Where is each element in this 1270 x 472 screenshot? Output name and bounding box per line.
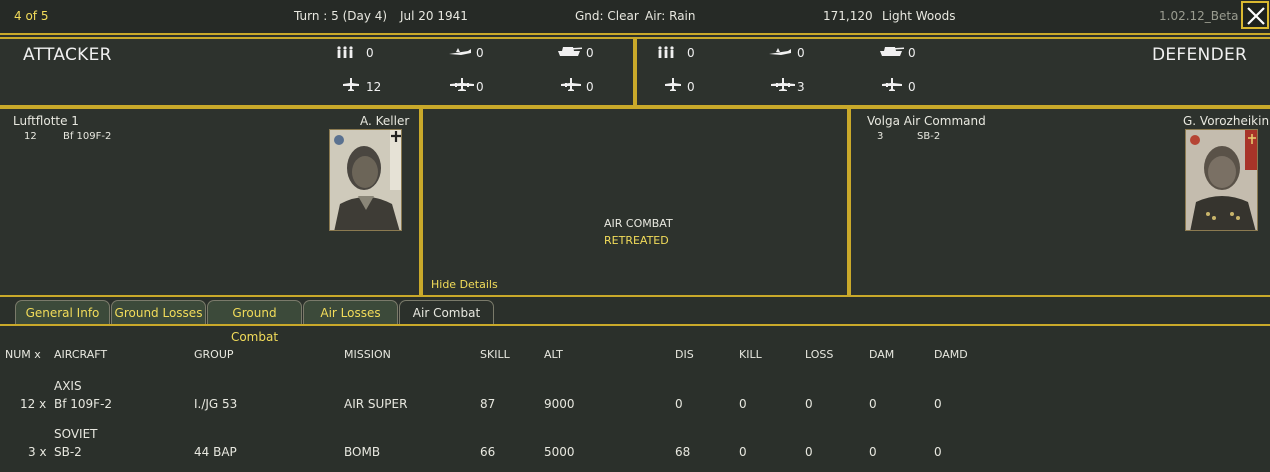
row-loss: 0: [805, 397, 813, 411]
attacker-fighter-count: 12: [366, 80, 382, 94]
row-mission: AIR SUPER: [344, 397, 408, 411]
row-side: AXIS: [54, 379, 82, 393]
fighter-icon: [343, 78, 359, 91]
header-dis: DIS: [675, 348, 694, 361]
row-kill: 0: [739, 397, 747, 411]
infantry-icon: [337, 46, 353, 58]
hide-details-link[interactable]: Hide Details: [431, 278, 498, 291]
header-dam: DAM: [869, 348, 895, 361]
defender-tank-count: 0: [908, 46, 916, 60]
defender-infantry-count: 0: [687, 46, 695, 60]
battle-counter: 4 of 5: [14, 9, 49, 23]
fighter-side-icon: [449, 48, 471, 55]
fighter-icon: [665, 78, 681, 91]
defender-commander-name: G. Vorozheikin: [1183, 114, 1270, 128]
top-bar: 4 of 5 Turn : 5 (Day 4) Jul 20 1941 Gnd:…: [0, 0, 1270, 33]
header-aircraft: AIRCRAFT: [54, 348, 108, 361]
attacker-hq-name: Luftflotte 1: [13, 114, 79, 128]
defender-commander-portrait[interactable]: [1185, 129, 1258, 231]
attacker-commander-name: A. Keller: [360, 114, 410, 128]
row-damd: 0: [934, 397, 942, 411]
terrain-label: Light Woods: [882, 9, 956, 23]
tank-icon: [558, 47, 582, 56]
row-dis: 0: [675, 397, 683, 411]
fighter-side-icon: [769, 48, 791, 55]
header-damd: DAMD: [934, 348, 968, 361]
row-num: 3 x: [28, 445, 47, 459]
row-aircraft: SB-2: [54, 445, 82, 459]
tab-air-losses[interactable]: Air Losses: [303, 300, 398, 324]
tank-icon: [880, 47, 904, 56]
combat-status: RETREATED: [604, 234, 669, 247]
ground-weather: Gnd: Clear: [575, 9, 639, 23]
row-mission: BOMB: [344, 445, 381, 459]
tab-general-info[interactable]: General Info: [15, 300, 110, 324]
row-group: I./JG 53: [194, 397, 238, 411]
defender-title: DEFENDER: [1152, 45, 1248, 65]
bomber-icon: [450, 78, 474, 91]
date-label: Jul 20 1941: [400, 9, 468, 23]
header-mission: MISSION: [344, 348, 391, 361]
commander-portrait-icon: [330, 130, 401, 230]
attacker-infantry-count: 0: [366, 46, 374, 60]
header-alt: ALT: [544, 348, 563, 361]
bomber-icon: [771, 78, 795, 91]
version-label: 1.02.12_Beta: [1159, 9, 1239, 23]
header-num: NUM x: [5, 348, 41, 361]
defender-air-count: 0: [797, 46, 805, 60]
tab-air-combat[interactable]: Air Combat: [399, 300, 494, 324]
row-alt: 5000: [544, 445, 575, 459]
header-kill: KILL: [739, 348, 762, 361]
row-damd: 0: [934, 445, 942, 459]
defender-hq-name: Volga Air Command: [867, 114, 986, 128]
combat-result-panel: AIR COMBAT RETREATED Hide Details: [421, 107, 849, 297]
tab-ground-combat[interactable]: Ground Combat: [207, 300, 302, 344]
combat-type: AIR COMBAT: [604, 217, 673, 230]
row-group: 44 BAP: [194, 445, 237, 459]
row-dam: 0: [869, 397, 877, 411]
attacker-bomber-count: 0: [476, 80, 484, 94]
air-weather: Air: Rain: [645, 9, 696, 23]
defender-unit-count: 3: [877, 131, 884, 142]
infantry-icon: [658, 46, 674, 58]
attacker-summary: ATTACKER 0 0 0 12 0 0: [0, 37, 635, 107]
defender-fighter-count: 0: [687, 80, 695, 94]
header-loss: LOSS: [805, 348, 834, 361]
row-num: 12 x: [20, 397, 47, 411]
row-alt: 9000: [544, 397, 575, 411]
row-skill: 66: [480, 445, 496, 459]
attacker-transport-count: 0: [586, 80, 594, 94]
row-loss: 0: [805, 445, 813, 459]
attacker-unit-aircraft: Bf 109F-2: [63, 131, 112, 142]
row-kill: 0: [739, 445, 747, 459]
row-dam: 0: [869, 445, 877, 459]
defender-transport-count: 0: [908, 80, 916, 94]
defender-unit-aircraft: SB-2: [917, 131, 941, 142]
row-aircraft: Bf 109F-2: [54, 397, 113, 411]
defender-summary: 0 0 0 0 3 0 DEFENDER: [635, 37, 1270, 107]
row-skill: 87: [480, 397, 496, 411]
header-group: GROUP: [194, 348, 234, 361]
attacker-tank-count: 0: [586, 46, 594, 60]
defender-bomber-count: 3: [797, 80, 805, 94]
attacker-commander-portrait[interactable]: [329, 129, 402, 231]
attacker-unit-panel: Luftflotte 1 A. Keller 12 Bf 109F-2: [0, 107, 421, 297]
attacker-title: ATTACKER: [23, 45, 112, 65]
transport-icon: [561, 78, 581, 91]
row-side: SOVIET: [54, 427, 98, 441]
close-icon: [1247, 7, 1265, 25]
defender-unit-panel: Volga Air Command G. Vorozheikin 3 SB-2: [849, 107, 1270, 297]
attacker-air-count: 0: [476, 46, 484, 60]
transport-icon: [882, 78, 902, 91]
turn-label: Turn : 5 (Day 4): [294, 9, 388, 23]
header-skill: SKILL: [480, 348, 510, 361]
hex-coords: 171,120: [823, 9, 873, 23]
tab-ground-losses[interactable]: Ground Losses: [111, 300, 206, 324]
attacker-unit-count: 12: [24, 131, 37, 142]
close-button[interactable]: [1241, 1, 1269, 29]
commander-portrait-icon: [1186, 130, 1257, 230]
row-dis: 68: [675, 445, 691, 459]
